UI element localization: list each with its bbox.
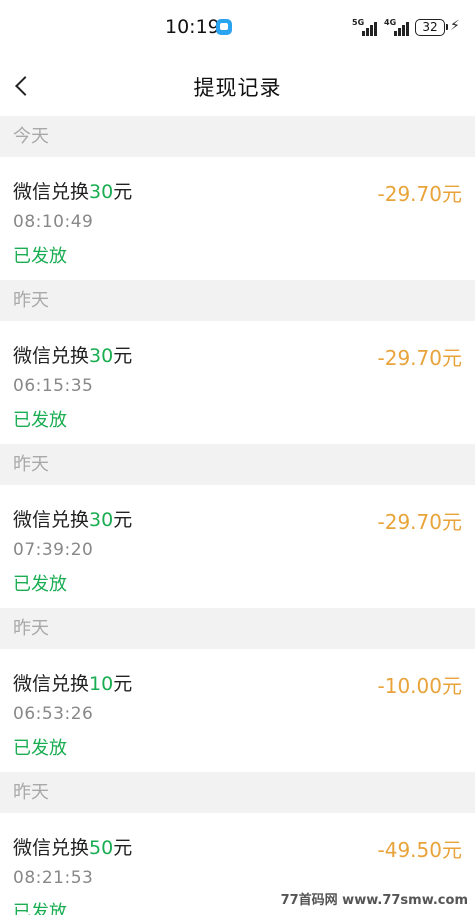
record-title-suffix: 元 <box>113 181 133 203</box>
record-title-prefix: 微信兑换 <box>13 345 90 367</box>
day-header: 昨天 <box>0 444 475 485</box>
record-amount: -49.50元 <box>377 838 462 862</box>
record-title-prefix: 微信兑换 <box>13 181 90 203</box>
record-item[interactable]: 微信兑换30元 06:15:35 已发放 -29.70元 <box>0 321 475 444</box>
record-time: 07:39:20 <box>13 540 94 560</box>
record-status: 已发放 <box>13 410 67 431</box>
record-title-prefix: 微信兑换 <box>13 673 90 695</box>
day-header: 昨天 <box>0 608 475 649</box>
record-title: 微信兑换30元 <box>13 505 132 532</box>
day-header: 昨天 <box>0 280 475 321</box>
network-label-5g: 5G <box>352 18 365 27</box>
status-bar: 10:19 5G 4G 32 ⚡ <box>0 0 475 56</box>
battery-icon: 32 <box>415 19 448 36</box>
message-app-icon <box>216 19 232 35</box>
record-title-amount: 10 <box>89 673 114 695</box>
record-time: 08:10:49 <box>13 212 94 232</box>
record-item[interactable]: 微信兑换30元 07:39:20 已发放 -29.70元 <box>0 485 475 608</box>
page-title: 提现记录 <box>193 76 282 100</box>
record-title-suffix: 元 <box>113 673 133 695</box>
record-time: 08:21:53 <box>13 868 94 888</box>
record-title: 微信兑换30元 <box>13 341 132 368</box>
record-status: 已发放 <box>13 574 67 595</box>
record-amount: -29.70元 <box>377 182 462 206</box>
signal-5g-icon: 5G <box>352 18 380 36</box>
record-title-suffix: 元 <box>113 345 133 367</box>
withdraw-record-list: 今天 微信兑换30元 08:10:49 已发放 -29.70元 昨天 微信兑换30元 06:1… <box>0 116 475 915</box>
record-status: 已发放 <box>13 246 67 267</box>
record-status: 已发放 <box>13 738 67 759</box>
bolt-icon: ⚡ <box>450 18 460 34</box>
signal-4g-icon: 4G <box>384 18 412 36</box>
record-amount: -29.70元 <box>377 346 462 370</box>
nav-bar: 提现记录 <box>0 56 475 116</box>
record-title-amount: 30 <box>89 509 114 531</box>
record-status: 已发放 <box>13 902 67 915</box>
record-item[interactable]: 微信兑换30元 08:10:49 已发放 -29.70元 <box>0 157 475 280</box>
record-title: 微信兑换30元 <box>13 177 132 204</box>
record-title-amount: 30 <box>89 181 114 203</box>
record-title: 微信兑换50元 <box>13 833 132 860</box>
record-item[interactable]: 微信兑换10元 06:53:26 已发放 -10.00元 <box>0 649 475 772</box>
day-header: 今天 <box>0 116 475 157</box>
watermark: 77首码网 www.77smw.com <box>277 888 471 909</box>
record-title-prefix: 微信兑换 <box>13 837 90 859</box>
status-time: 10:19 <box>165 16 220 38</box>
network-label-4g: 4G <box>384 18 397 27</box>
record-time: 06:53:26 <box>13 704 94 724</box>
record-title-prefix: 微信兑换 <box>13 509 90 531</box>
record-amount: -29.70元 <box>377 510 462 534</box>
record-title-suffix: 元 <box>113 509 133 531</box>
record-title-suffix: 元 <box>113 837 133 859</box>
record-title-amount: 50 <box>89 837 114 859</box>
record-title: 微信兑换10元 <box>13 669 132 696</box>
record-amount: -10.00元 <box>377 674 462 698</box>
record-title-amount: 30 <box>89 345 114 367</box>
record-time: 06:15:35 <box>13 376 94 396</box>
day-header: 昨天 <box>0 772 475 813</box>
